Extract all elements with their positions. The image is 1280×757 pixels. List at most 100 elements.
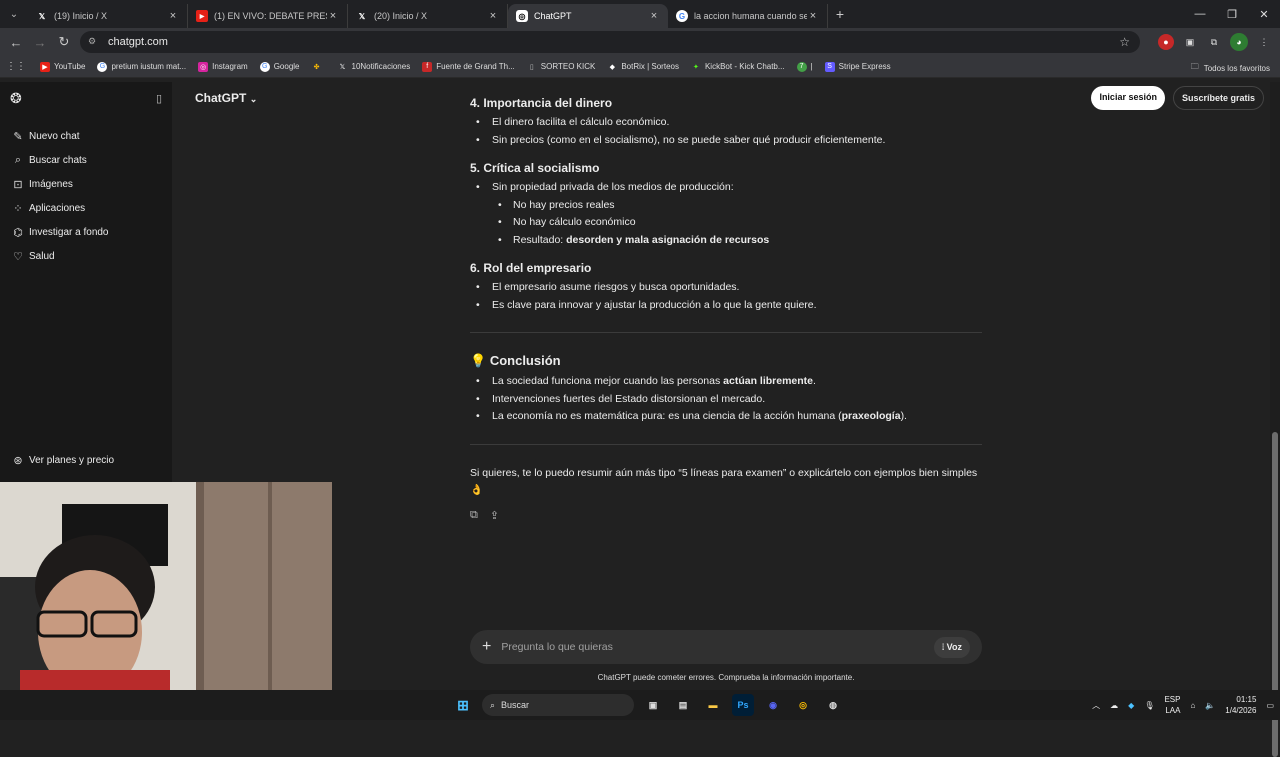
- lightbulb-icon: 💡: [470, 353, 487, 368]
- tray-app-icon[interactable]: ◆: [1128, 701, 1134, 710]
- bot-icon: ◆: [609, 63, 615, 71]
- restore-button[interactable]: ❐: [1216, 0, 1248, 28]
- list-item: La economía no es matemática pura: es un…: [470, 408, 982, 426]
- volume-icon[interactable]: 🔈: [1205, 701, 1215, 710]
- discord-icon[interactable]: ◉: [762, 694, 784, 716]
- language-indicator[interactable]: ESP LAA: [1164, 694, 1180, 716]
- list-item: No hay cálculo económico: [470, 214, 982, 232]
- bookmark-seven[interactable]: 7 |: [796, 61, 813, 72]
- bookmark-stripe[interactable]: S Stripe Express: [824, 61, 891, 72]
- list-item-text: ).: [900, 410, 907, 422]
- tab-x-1[interactable]: 𝕏 (19) Inicio / X ×: [28, 4, 188, 28]
- chrome-icon[interactable]: ◎: [792, 694, 814, 716]
- bookmark-pretium[interactable]: Gpretium iustum mat...: [97, 61, 186, 72]
- bookmarks-bar: ⋮⋮ ▶ YouTube Gpretium iustum mat... ◎ Inst…: [0, 56, 1280, 78]
- tab-title: ChatGPT: [534, 11, 572, 21]
- keyboard-layout: LAA: [1165, 706, 1181, 715]
- tab-strip: ⌄ 𝕏 (19) Inicio / X × ▶ (1) EN VIVO: DEB…: [0, 0, 1280, 28]
- minimize-button[interactable]: —: [1184, 0, 1216, 28]
- bookmark-fuente[interactable]: f Fuente de Grand Th...: [422, 61, 515, 72]
- task-view-icon[interactable]: ▣: [642, 694, 664, 716]
- sidebar-item-apps[interactable]: ⁘ Aplicaciones: [0, 196, 172, 220]
- add-attachment-button[interactable]: +: [482, 638, 491, 656]
- all-bookmarks[interactable]: 🗀 Todos los favoritos: [1191, 61, 1270, 75]
- sidebar-item-research[interactable]: ⌬ Investigar a fondo: [0, 220, 172, 244]
- conclusion-title: Conclusión: [489, 353, 561, 368]
- google-icon: G: [259, 61, 270, 72]
- obs-icon[interactable]: ◍: [822, 694, 844, 716]
- tray-app-icon[interactable]: ☁: [1110, 701, 1118, 710]
- chatgpt-logo-icon[interactable]: ❂: [10, 90, 22, 107]
- microphone-icon[interactable]: 🎙: [1144, 701, 1154, 710]
- file-explorer-icon[interactable]: ▬: [702, 694, 724, 716]
- share-icon[interactable]: ⇪: [490, 509, 499, 522]
- bookmark-notificaciones[interactable]: 𝕏 10Notificaciones: [338, 62, 411, 72]
- extensions-puzzle-icon[interactable]: ⧉: [1206, 34, 1222, 50]
- bookmark-youtube[interactable]: ▶ YouTube: [40, 61, 85, 72]
- sidebar-item-search[interactable]: ⌕ Buscar chats: [0, 148, 172, 172]
- reload-button[interactable]: ↻: [52, 34, 76, 50]
- close-icon[interactable]: ×: [487, 10, 499, 22]
- subscribe-button[interactable]: Suscríbete gratis: [1172, 86, 1264, 110]
- sidebar-toggle-icon[interactable]: ▯: [156, 92, 162, 105]
- app-icon[interactable]: ▤: [672, 694, 694, 716]
- close-icon[interactable]: ×: [327, 10, 339, 22]
- bookmark-instagram[interactable]: ◎ Instagram: [198, 61, 248, 72]
- window-close-button[interactable]: ✕: [1248, 0, 1280, 28]
- list-item-text: Resultado:: [513, 233, 567, 246]
- extension-red-icon[interactable]: ●: [1158, 34, 1174, 50]
- voice-button[interactable]: ⦙ Voz: [934, 636, 970, 658]
- network-icon[interactable]: ⌂: [1190, 701, 1195, 710]
- conclusion-heading: 💡 Conclusión: [470, 353, 982, 369]
- time: 01:15: [1236, 695, 1257, 704]
- forward-button[interactable]: →: [28, 35, 52, 50]
- bookmark-pinwheel[interactable]: ✤: [312, 62, 326, 72]
- back-button[interactable]: ←: [4, 35, 28, 50]
- tab-title: la accion humana cuando se pu: [694, 11, 807, 21]
- prompt-input[interactable]: Pregunta lo que quieras: [501, 641, 934, 653]
- bookmark-botrix[interactable]: ◆ BotRix | Sorteos: [607, 62, 679, 72]
- sidebar-item-health[interactable]: ♡ Salud: [0, 244, 172, 268]
- model-selector[interactable]: ChatGPT ⌄: [195, 91, 257, 105]
- windows-start-icon[interactable]: ⊞: [452, 694, 474, 716]
- section-heading: 5. Crítica al socialismo: [470, 161, 600, 175]
- search-icon: ⌕: [14, 153, 22, 166]
- plans-link[interactable]: ⊛ Ver planes y precio: [0, 448, 172, 472]
- new-tab-button[interactable]: +: [828, 6, 852, 22]
- bookmark-star-icon[interactable]: ☆: [1119, 35, 1130, 49]
- bookmark-kickbot[interactable]: ✦ KickBot - Kick Chatb...: [691, 62, 785, 72]
- tab-search-button[interactable]: ⌄: [0, 0, 28, 28]
- notifications-icon[interactable]: ▭: [1266, 701, 1274, 710]
- address-bar[interactable]: ⚙ chatgpt.com ☆: [80, 31, 1140, 53]
- close-icon[interactable]: ×: [167, 10, 179, 22]
- x-logo-icon: 𝕏: [358, 11, 366, 21]
- tab-youtube[interactable]: ▶ (1) EN VIVO: DEBATE PRESIDEN ×: [188, 4, 348, 28]
- login-button[interactable]: Iniciar sesión: [1091, 86, 1165, 110]
- sidebar-item-label: Salud: [29, 250, 55, 262]
- apps-grid-icon[interactable]: ⋮⋮: [6, 61, 26, 72]
- scrollbar[interactable]: [1270, 82, 1280, 757]
- language: ESP: [1164, 695, 1181, 704]
- tray-chevron-icon[interactable]: ︿: [1092, 700, 1100, 711]
- clock[interactable]: 01:15 1/4/2026: [1225, 694, 1256, 716]
- close-icon[interactable]: ×: [807, 10, 819, 22]
- tab-chatgpt[interactable]: ◎ ChatGPT ×: [508, 4, 668, 28]
- close-icon[interactable]: ×: [648, 10, 660, 22]
- windows-taskbar: ⊞ ⌕ Buscar ▣ ▤ ▬ Ps ◉ ◎ ◍ ︿ ☁ ◆ 🎙 ESP LAA …: [0, 690, 1280, 720]
- bookmark-label: Stripe Express: [838, 62, 891, 71]
- sidebar-item-new-chat[interactable]: ✎ Nuevo chat: [0, 124, 172, 148]
- toolbar: ← → ↻ ⚙ chatgpt.com ☆ ● ▣ ⧉ ◕ ⋮: [0, 28, 1280, 56]
- sidebar-item-label: Nuevo chat: [29, 130, 80, 142]
- tab-x-2[interactable]: 𝕏 (20) Inicio / X ×: [348, 4, 508, 28]
- taskbar-search[interactable]: ⌕ Buscar: [482, 694, 634, 716]
- bookmark-google[interactable]: G Google: [259, 61, 300, 72]
- site-info-icon[interactable]: ⚙: [88, 36, 100, 48]
- menu-dots-icon[interactable]: ⋮: [1256, 34, 1272, 50]
- bookmark-sorteo-kick[interactable]: ▯ SORTEO KICK: [527, 62, 595, 72]
- photoshop-icon[interactable]: Ps: [732, 694, 754, 716]
- tab-google-search[interactable]: G la accion humana cuando se pu ×: [668, 4, 828, 28]
- profile-avatar[interactable]: ◕: [1230, 33, 1248, 51]
- sidebar-item-images[interactable]: ⊡ Imágenes: [0, 172, 172, 196]
- copy-icon[interactable]: ⧉: [470, 509, 478, 522]
- extension-media-icon[interactable]: ▣: [1182, 34, 1198, 50]
